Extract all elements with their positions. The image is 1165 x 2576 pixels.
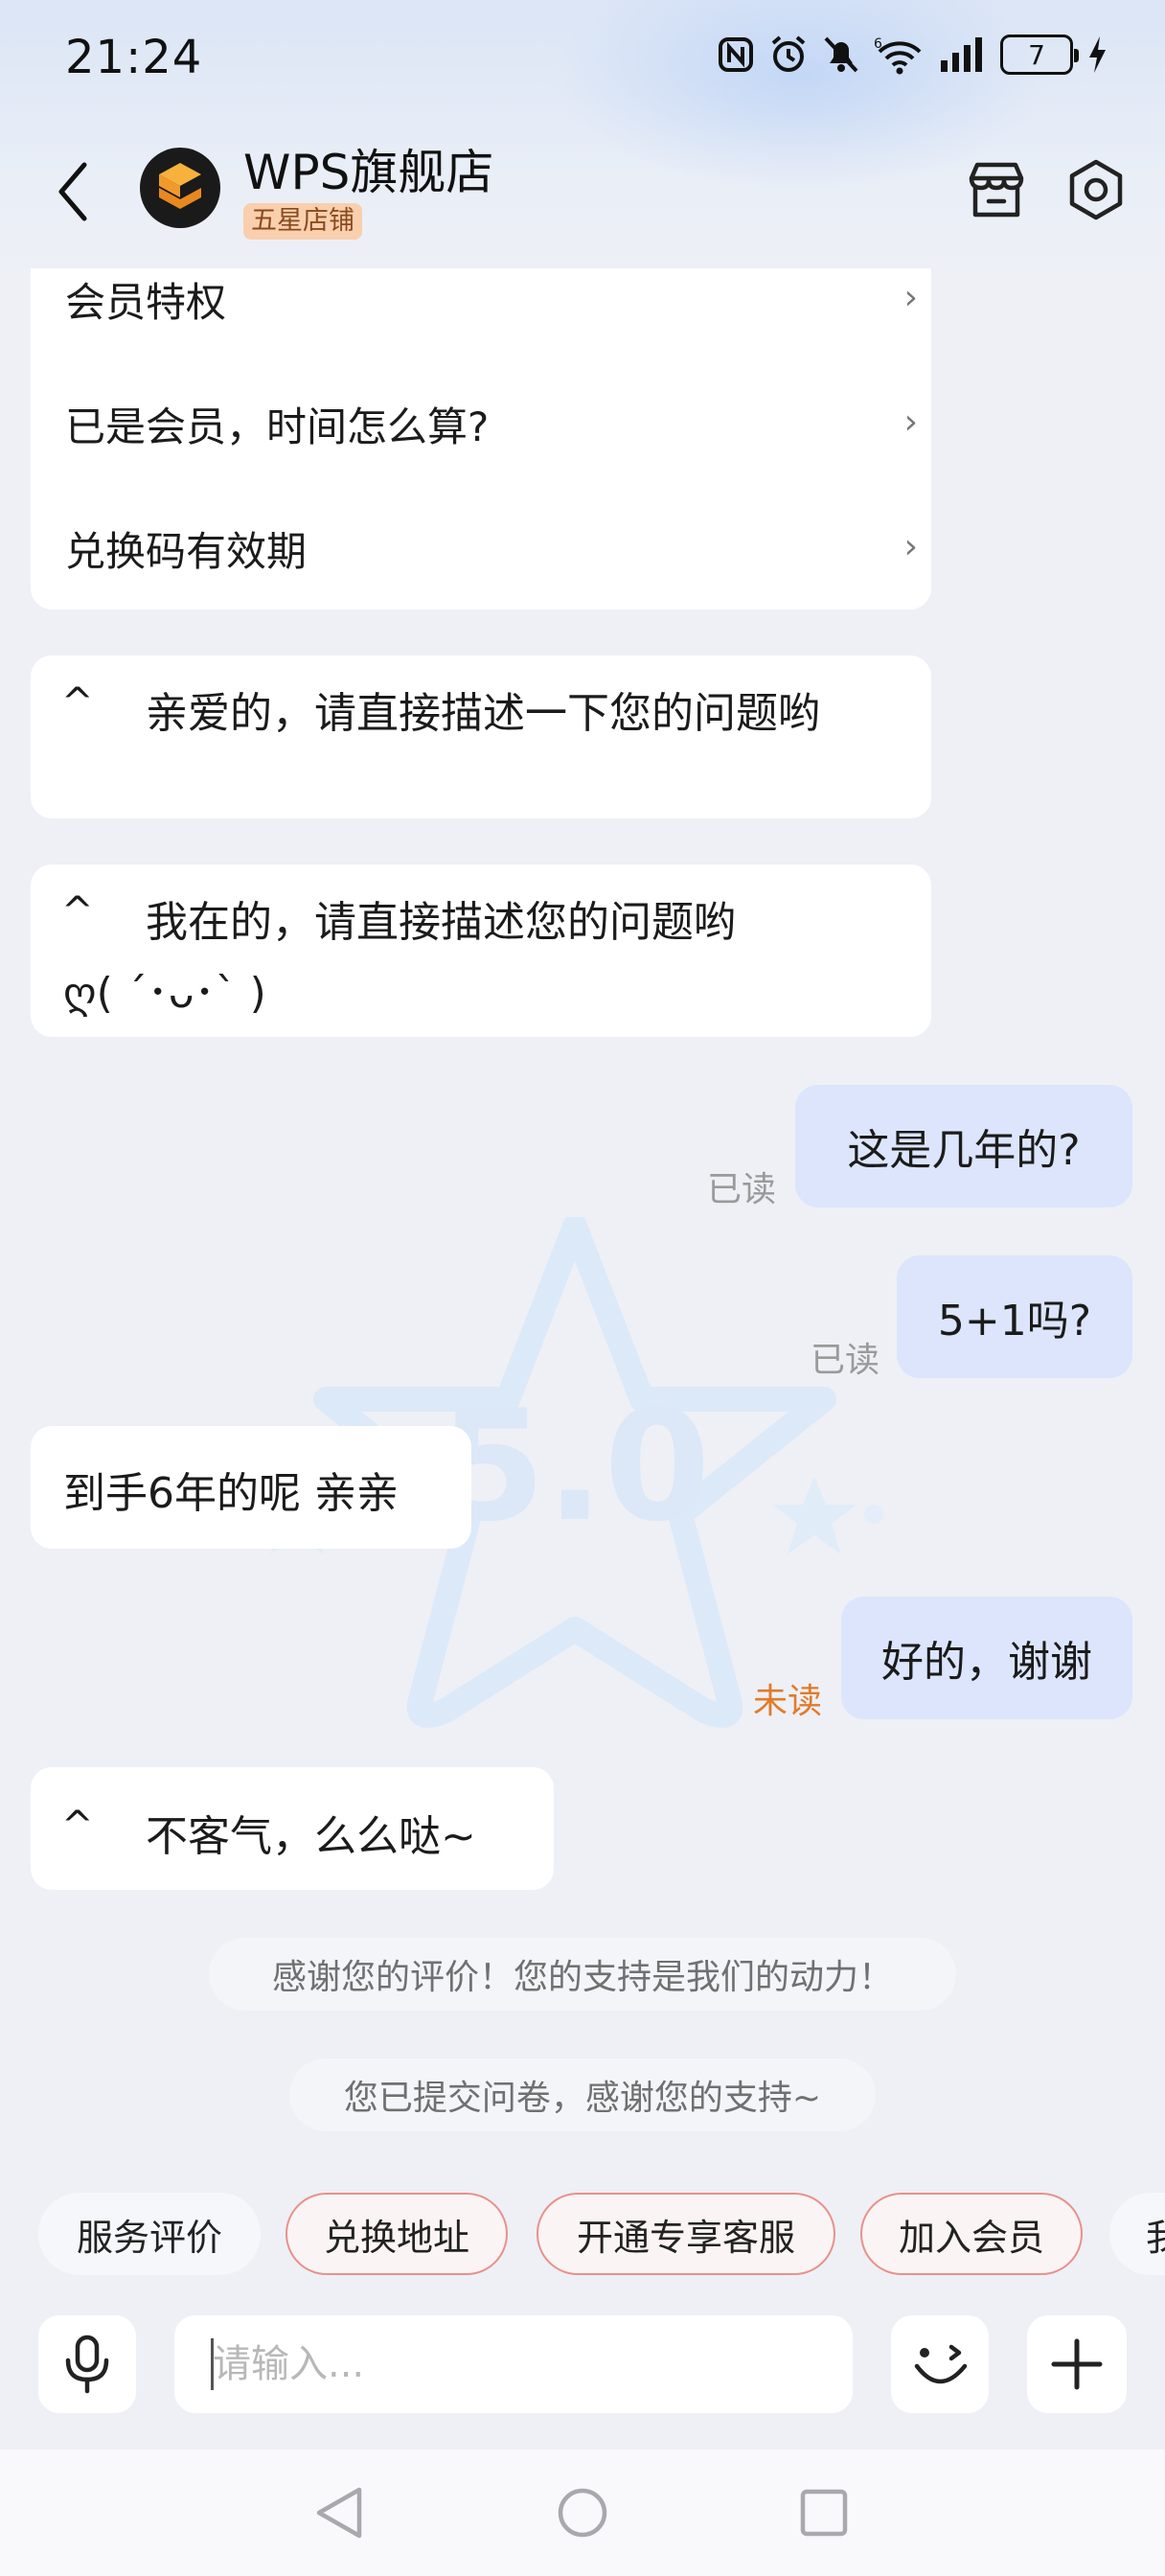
more-button[interactable] xyxy=(1027,2315,1127,2413)
voice-button[interactable] xyxy=(38,2315,136,2413)
unread-status: 未读 xyxy=(753,1682,823,1721)
rating-watermark-text: 5.0 xyxy=(439,1376,710,1555)
signal-icon xyxy=(939,35,987,74)
faq-item-code-validity[interactable]: 兑换码有效期 › xyxy=(65,519,927,578)
chat-area[interactable]: 5.0 会员特权 › 已是会员，时间怎么算? › 兑换码有效期 › ^ 亲爱的，… xyxy=(0,268,1165,2185)
system-note-survey: 您已提交问卷，感谢您的支持~ xyxy=(289,2058,876,2131)
battery-icon: 7 xyxy=(1000,34,1079,75)
chat-header: WPS旗舰店 五星店铺 xyxy=(0,125,1165,259)
agent-message: ^ 我在的，请直接描述您的问题哟 ღ( ´･ᴗ･` ) xyxy=(31,864,931,1037)
chevron-right-icon: › xyxy=(903,278,918,317)
faq-item-membership[interactable]: 会员特权 › xyxy=(65,270,927,329)
expand-caret-icon[interactable]: ^ xyxy=(61,889,94,933)
chip-service-rating[interactable]: 服务评价 xyxy=(38,2193,261,2275)
back-button[interactable] xyxy=(48,153,96,230)
back-icon xyxy=(58,162,87,221)
message-text: 到手6年的呢 亲亲 xyxy=(63,1469,399,1518)
message-text: 不客气，么么哒~ xyxy=(146,1812,476,1861)
nav-recents-icon xyxy=(800,2489,848,2537)
expand-caret-icon[interactable]: ^ xyxy=(61,680,94,724)
faq-item-label: 已是会员，时间怎么算? xyxy=(65,403,490,450)
chip-join-membership[interactable]: 加入会员 xyxy=(860,2193,1083,2275)
message-text: 我在的，请直接描述您的问题哟 xyxy=(146,898,736,947)
agent-message: 到手6年的呢 亲亲 xyxy=(31,1426,471,1549)
read-status: 已读 xyxy=(811,1341,880,1380)
faq-item-label: 兑换码有效期 xyxy=(65,528,308,575)
read-status: 已读 xyxy=(707,1170,777,1209)
wink-emoji-icon xyxy=(914,2344,968,2384)
system-note-thanks: 感谢您的评价！您的支持是我们的动力！ xyxy=(209,1938,956,2011)
system-nav-bar xyxy=(0,2450,1165,2576)
emoji-button[interactable] xyxy=(891,2315,989,2413)
message-text: 亲爱的，请直接描述一下您的问题哟 xyxy=(146,689,820,738)
mute-icon xyxy=(822,34,860,75)
text-cursor xyxy=(211,2338,214,2390)
message-emoticon: ღ( ´･ᴗ･` ) xyxy=(63,969,266,1018)
wifi-icon: 6 xyxy=(874,34,925,75)
shop-name[interactable]: WPS旗舰店 xyxy=(243,134,493,203)
chip-exclusive-service[interactable]: 开通专享客服 xyxy=(537,2193,835,2275)
user-message: 5+1吗? xyxy=(897,1255,1132,1378)
status-icons: 6 7 xyxy=(717,34,1108,75)
chip-partial[interactable]: 我 xyxy=(1109,2193,1165,2275)
microphone-icon xyxy=(65,2334,109,2394)
battery-level: 7 xyxy=(1028,38,1045,71)
nav-recents-button[interactable] xyxy=(793,2482,855,2543)
expand-caret-icon[interactable]: ^ xyxy=(61,1804,94,1848)
agent-message: ^ 亲爱的，请直接描述一下您的问题哟 xyxy=(31,656,931,818)
charging-icon xyxy=(1086,34,1108,75)
nfc-icon xyxy=(717,35,755,74)
user-message: 好的，谢谢 xyxy=(841,1597,1132,1719)
nav-back-icon xyxy=(316,2487,362,2539)
faq-item-time[interactable]: 已是会员，时间怎么算? › xyxy=(65,395,927,453)
faq-card: 会员特权 › 已是会员，时间怎么算? › 兑换码有效期 › xyxy=(31,268,931,610)
user-message: 这是几年的? xyxy=(795,1085,1132,1208)
input-bar xyxy=(0,2300,1165,2444)
settings-icon xyxy=(1069,159,1123,220)
agent-message: ^ 不客气，么么哒~ xyxy=(31,1767,554,1890)
shop-logo[interactable] xyxy=(140,148,220,228)
store-icon xyxy=(969,162,1024,218)
chevron-right-icon: › xyxy=(903,527,918,566)
plus-icon xyxy=(1051,2338,1103,2390)
status-time: 21:24 xyxy=(65,31,203,84)
nav-home-icon xyxy=(558,2488,607,2538)
chip-redeem-address[interactable]: 兑换地址 xyxy=(286,2193,508,2275)
status-bar: 21:24 6 7 xyxy=(0,0,1165,115)
wps-logo-icon xyxy=(159,163,201,209)
chevron-right-icon: › xyxy=(903,402,918,442)
alarm-icon xyxy=(768,34,809,75)
quick-reply-bar[interactable]: 服务评价 兑换地址 开通专享客服 加入会员 我 xyxy=(38,2193,1165,2277)
nav-back-button[interactable] xyxy=(308,2482,370,2543)
faq-item-label: 会员特权 xyxy=(65,279,227,326)
shop-rating-badge: 五星店铺 xyxy=(243,203,362,240)
settings-button[interactable] xyxy=(1063,157,1129,222)
nav-home-button[interactable] xyxy=(552,2482,613,2543)
store-button[interactable] xyxy=(964,157,1029,222)
message-input[interactable] xyxy=(174,2315,853,2413)
